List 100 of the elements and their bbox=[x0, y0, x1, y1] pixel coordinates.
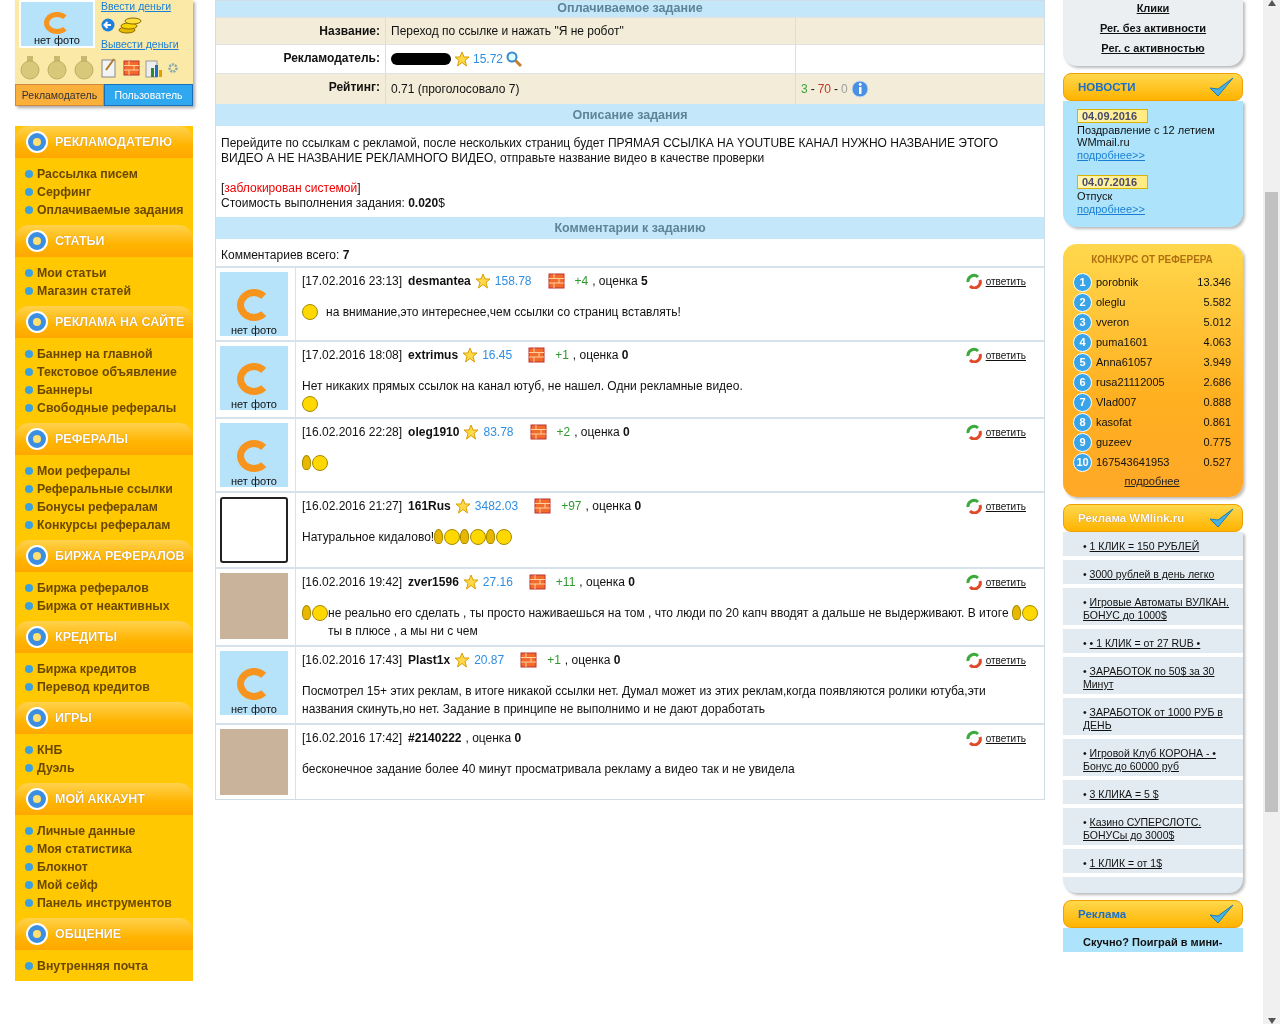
menu-section-title: МОЙ АККАУНТ bbox=[55, 792, 145, 806]
reply-link[interactable]: ответить bbox=[965, 574, 1026, 590]
scrollbar[interactable] bbox=[1263, 0, 1280, 1024]
rank-badge: 1 bbox=[1073, 272, 1092, 292]
brick-wall-icon bbox=[534, 498, 552, 514]
star-icon bbox=[462, 574, 479, 590]
contest-value: 5.582 bbox=[1203, 296, 1231, 308]
menu-link[interactable]: Баннеры bbox=[25, 381, 193, 399]
vote-separator: - bbox=[810, 82, 815, 96]
menu-link[interactable]: Внутренняя почта bbox=[25, 957, 193, 975]
reply-link[interactable]: ответить bbox=[965, 273, 1026, 289]
contest-value: 5.012 bbox=[1203, 316, 1231, 328]
reply-link[interactable]: ответить bbox=[965, 730, 1026, 746]
menu-link[interactable]: Рассылка писем bbox=[25, 165, 193, 183]
reply-arrows-icon bbox=[965, 730, 982, 746]
notepad-icon bbox=[100, 58, 118, 78]
reply-link[interactable]: ответить bbox=[965, 424, 1026, 440]
menu-link[interactable]: Биржа кредитов bbox=[25, 660, 193, 678]
comment-date: [16.02.2016 21:27] bbox=[302, 499, 403, 513]
money-link[interactable]: Ввести деньги bbox=[101, 0, 179, 12]
points: +11 bbox=[555, 575, 576, 589]
more-link[interactable]: подробнее bbox=[1124, 475, 1180, 487]
points: +2 bbox=[556, 425, 571, 439]
ad-link[interactable]: • 3 КЛИКА = 5 $ bbox=[1083, 788, 1239, 801]
menu-link[interactable]: Текстовое объявление bbox=[25, 363, 193, 381]
contest-value: 13.346 bbox=[1197, 276, 1231, 288]
menu-link[interactable]: Мои статьи bbox=[25, 264, 193, 282]
photo-placeholder bbox=[220, 573, 288, 639]
menu-link[interactable]: Дуэль bbox=[25, 759, 193, 777]
menu-section-title: РЕФЕРАЛЫ bbox=[55, 432, 129, 446]
vote-count: 70 bbox=[817, 82, 832, 96]
menu-section-title: КРЕДИТЫ bbox=[55, 630, 118, 644]
rank-badge: 7 bbox=[1073, 392, 1092, 412]
menu-link[interactable]: Биржа от неактивных bbox=[25, 597, 193, 615]
more-link[interactable]: подробнее>> bbox=[1077, 149, 1229, 161]
news-date: 04.07.2016 bbox=[1077, 175, 1148, 189]
money-link[interactable]: Вывести деньги bbox=[101, 38, 179, 50]
medal-icon bbox=[46, 56, 68, 80]
points: +1 bbox=[547, 653, 561, 667]
laughing-face-icon bbox=[302, 304, 318, 320]
user-rating: 3482.03 bbox=[474, 499, 519, 513]
reply-link[interactable]: ответить bbox=[965, 498, 1026, 514]
ad-link[interactable]: • • 1 КЛИК = от 27 RUB • bbox=[1083, 637, 1239, 650]
ad-link[interactable]: • ЗАРАБОТОК от 1000 РУБ в ДЕНЬ bbox=[1083, 706, 1239, 732]
stats-link[interactable]: Рег. без активности bbox=[1099, 22, 1207, 34]
ad-link[interactable]: • ЗАРАБОТОК по 50$ за 30 Минут bbox=[1083, 665, 1239, 691]
contest-value: 2.686 bbox=[1203, 376, 1231, 388]
ad-link[interactable]: • 1 КЛИК = от 1$ bbox=[1083, 857, 1239, 870]
stats-link[interactable]: Клики bbox=[1136, 2, 1170, 14]
menu-section-title: РЕКЛАМА НА САЙТЕ bbox=[55, 315, 185, 329]
menu-link[interactable]: КНБ bbox=[25, 741, 193, 759]
contest-name: vveron bbox=[1096, 316, 1130, 328]
news-text: Поздравление с 12 летием WMmail.ru bbox=[1077, 124, 1216, 148]
menu-link[interactable]: Бонусы рефералам bbox=[25, 498, 193, 516]
smiley-icon bbox=[496, 529, 513, 545]
contest-value: 3.949 bbox=[1203, 356, 1231, 368]
comment-date: [16.02.2016 17:43] bbox=[302, 653, 403, 667]
menu-link[interactable]: Панель инструментов bbox=[25, 894, 193, 912]
vote-count: 3 bbox=[801, 82, 808, 96]
username: zver1596 bbox=[408, 575, 459, 589]
reply-link[interactable]: ответить bbox=[965, 347, 1026, 363]
menu-link[interactable]: Свободные рефералы bbox=[25, 399, 193, 417]
menu-link[interactable]: Биржа рефералов bbox=[25, 579, 193, 597]
ear-icon bbox=[1012, 605, 1021, 620]
menu-link[interactable]: Серфинг bbox=[25, 183, 193, 201]
menu-link[interactable]: Мой сейф bbox=[25, 876, 193, 894]
comment-text: не реально его сделать , ты просто наживаешься на том , что люди по 20 капч вводят а дальше не выдерживают. В итоге ты в плюсе , а мы ни с чем bbox=[328, 605, 1010, 640]
menu-link[interactable]: Баннер на главной bbox=[25, 345, 193, 363]
menu-link[interactable]: Личные данные bbox=[25, 822, 193, 840]
reply-link[interactable]: ответить bbox=[965, 652, 1026, 668]
menu-link[interactable]: Магазин статей bbox=[25, 282, 193, 300]
brick-wall-icon bbox=[123, 60, 140, 76]
menu-link[interactable]: Оплачиваемые задания bbox=[25, 201, 193, 219]
menu-link[interactable]: Перевод кредитов bbox=[25, 678, 193, 696]
menu-section-title: СТАТЬИ bbox=[55, 234, 105, 248]
reply-arrows-icon bbox=[965, 498, 982, 514]
ad-link[interactable]: • Казино СУПЕРСЛОТС. БОНУСы до 3000$ bbox=[1083, 816, 1239, 842]
brick-wall-icon bbox=[547, 273, 565, 289]
section-header: Комментарии к заданию bbox=[216, 217, 1044, 239]
menu-link[interactable]: Реферальные ссылки bbox=[25, 480, 193, 498]
brick-wall-icon bbox=[528, 347, 546, 363]
comment-date: [16.02.2016 17:42] bbox=[302, 731, 403, 745]
menu-link[interactable]: Блокнот bbox=[25, 858, 193, 876]
points: +1 bbox=[555, 348, 569, 362]
stats-link[interactable]: Рег. с активностью bbox=[1101, 42, 1205, 54]
news-text: Отпуск bbox=[1077, 190, 1114, 202]
menu-link[interactable]: Моя статистика bbox=[25, 840, 193, 858]
gear-icon bbox=[168, 63, 178, 73]
menu-link[interactable]: Мои рефералы bbox=[25, 462, 193, 480]
comment-date: [17.02.2016 23:13] bbox=[302, 274, 403, 288]
section-header: Описание задания bbox=[216, 104, 1044, 126]
field-value: Переход по ссылке и нажать "Я не робот" bbox=[391, 24, 624, 38]
rank-badge: 2 bbox=[1073, 292, 1092, 312]
role-tab[interactable]: Рекламодатель bbox=[15, 84, 104, 106]
avatar-caption: нет фото bbox=[231, 324, 277, 336]
more-link[interactable]: подробнее>> bbox=[1077, 203, 1229, 215]
menu-link[interactable]: Конкурсы рефералам bbox=[25, 516, 193, 534]
arrow-left-icon bbox=[101, 18, 115, 32]
username: 161Rus bbox=[408, 499, 451, 513]
box-title: НОВОСТИ bbox=[1078, 81, 1136, 93]
